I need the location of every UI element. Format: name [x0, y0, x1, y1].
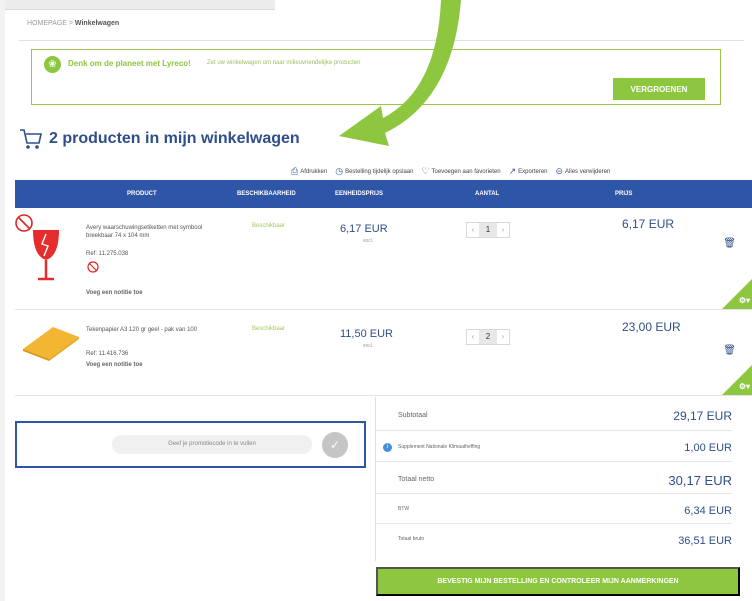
print-action[interactable]: ⎙ Afdrukken — [291, 166, 327, 177]
subtotal-row: Subtotaal 29,17 EUR — [376, 397, 732, 431]
line-total: 6,17 EUR — [622, 217, 675, 231]
supplement-row: i Supplement Nationale Klimaatheffing 1,… — [376, 431, 732, 462]
cart-icon — [20, 129, 42, 149]
vat-value: 6,34 EUR — [684, 505, 732, 517]
green-up-button[interactable]: VERGROENEN — [613, 78, 705, 100]
remove-all-icon: ⊝ — [555, 166, 564, 176]
promo-code-input[interactable]: Geef je promotiecode in te vullen — [112, 435, 312, 454]
decrease-button[interactable]: ‹ — [467, 330, 479, 344]
quantity-input[interactable]: 1 — [479, 223, 497, 237]
gross-total-row: Totaal bruto 36,51 EUR — [398, 535, 732, 547]
cart-actions: ⎙ Afdrukken ◷ Bestelling tijdelijk opslaan… — [291, 166, 610, 177]
check-icon[interactable]: ✓ — [322, 432, 348, 458]
top-strip — [5, 0, 275, 10]
fragile-label-image — [15, 214, 59, 281]
quantity-input[interactable]: 2 — [479, 330, 497, 344]
eco-option-icon[interactable]: ⚙▾ — [739, 382, 750, 391]
promo-code-box: Geef je promotiecode in te vullen ✓ — [15, 421, 366, 468]
fragile-icon — [87, 261, 99, 273]
unit-price-note: excl. — [363, 343, 374, 349]
table-row: Avery waarschuwingsetiketten met symbool… — [15, 208, 752, 310]
leaf-icon: ❀ — [44, 56, 61, 73]
increase-button[interactable]: › — [497, 223, 509, 237]
breadcrumb-home[interactable]: HOMEPAGE — [27, 20, 67, 27]
product-name[interactable]: Avery waarschuwingsetiketten met symbool… — [86, 224, 221, 240]
export-icon: ↗ — [508, 166, 517, 176]
confirm-order-button[interactable]: BEVESTIG MIJN BESTELLING EN CONTROLEER M… — [376, 567, 740, 596]
table-row: Tekenpapier A3 120 gr geel - pak van 100… — [15, 311, 752, 396]
availability-status: Beschikbaar — [252, 223, 286, 229]
unit-price: 11,50 EUR — [340, 328, 393, 340]
quantity-stepper: ‹ 2 › — [466, 329, 510, 345]
heart-icon: ♡ — [421, 166, 430, 176]
page-title: 2 producten in mijn winkelwagen — [49, 130, 300, 147]
promo-subtitle: Zet uw winkelwagen om naar milieuvriende… — [207, 60, 361, 66]
vat-row: BTW 6,34 EUR — [376, 494, 732, 524]
gross-total-value: 36,51 EUR — [678, 535, 732, 547]
add-note-link[interactable]: Voeg een notitie toe — [86, 290, 143, 296]
product-name[interactable]: Tekenpapier A3 120 gr geel - pak van 100 — [86, 326, 221, 334]
order-summary: Subtotaal 29,17 EUR i Supplement Nationa… — [375, 397, 752, 561]
col-product: PRODUCT — [127, 191, 157, 197]
net-total-row: Totaal netto 30,17 EUR — [376, 462, 732, 494]
divider — [19, 40, 744, 41]
promo-title: Denk om de planeet met Lyreco! — [68, 59, 191, 68]
col-unit-price: EENHEIDSPRIJS — [335, 191, 384, 197]
breadcrumb-current: Winkelwagen — [74, 20, 120, 27]
col-availability: BESCHIKBAARHEID — [237, 191, 296, 197]
printer-icon: ⎙ — [291, 166, 299, 176]
save-temp-action[interactable]: ◷ Bestelling tijdelijk opslaan — [335, 166, 413, 177]
quantity-stepper: ‹ 1 › — [466, 222, 510, 238]
yellow-paper-image — [23, 327, 79, 361]
decrease-button[interactable]: ‹ — [467, 223, 479, 237]
availability-status: Beschikbaar — [252, 326, 286, 332]
remove-all-action[interactable]: ⊝ Alles verwijderen — [556, 166, 611, 177]
add-note-link[interactable]: Voeg een notitie toe — [86, 362, 143, 368]
breadcrumb: HOMEPAGE > Winkelwagen — [27, 20, 120, 27]
increase-button[interactable]: › — [497, 330, 509, 344]
cart-page: HOMEPAGE > Winkelwagen ❀ Denk om de plan… — [5, 0, 752, 601]
line-total: 23,00 EUR — [622, 320, 681, 334]
trash-icon[interactable]: 🗑 — [723, 238, 736, 249]
save-clock-icon: ◷ — [335, 166, 344, 176]
table-header: PRODUCT BESCHIKBAARHEID EENHEIDSPRIJS AA… — [15, 180, 752, 208]
unit-price: 6,17 EUR — [340, 223, 388, 235]
trash-icon[interactable]: 🗑 — [723, 345, 736, 356]
unit-price-note: excl. — [363, 238, 374, 244]
export-action[interactable]: ↗ Exporteren — [509, 166, 548, 177]
net-total-value: 30,17 EUR — [668, 473, 732, 488]
col-quantity: AANTAL — [475, 191, 500, 197]
green-promo-banner: ❀ Denk om de planeet met Lyreco! Zet uw … — [31, 49, 721, 105]
cart-heading: 2 producten in mijn winkelwagen — [19, 128, 300, 150]
subtotal-value: 29,17 EUR — [673, 409, 732, 423]
favorites-action[interactable]: ♡ Toevoegen aan favorieten — [421, 166, 500, 177]
col-price: PRIJS — [615, 191, 633, 197]
eco-option-icon[interactable]: ⚙▾ — [739, 296, 750, 305]
supplement-value: 1,00 EUR — [684, 442, 732, 454]
product-ref: Ref: 11.275.038 — [86, 251, 129, 257]
info-icon[interactable]: i — [383, 443, 392, 452]
product-ref: Ref: 11.416.736 — [86, 351, 129, 357]
